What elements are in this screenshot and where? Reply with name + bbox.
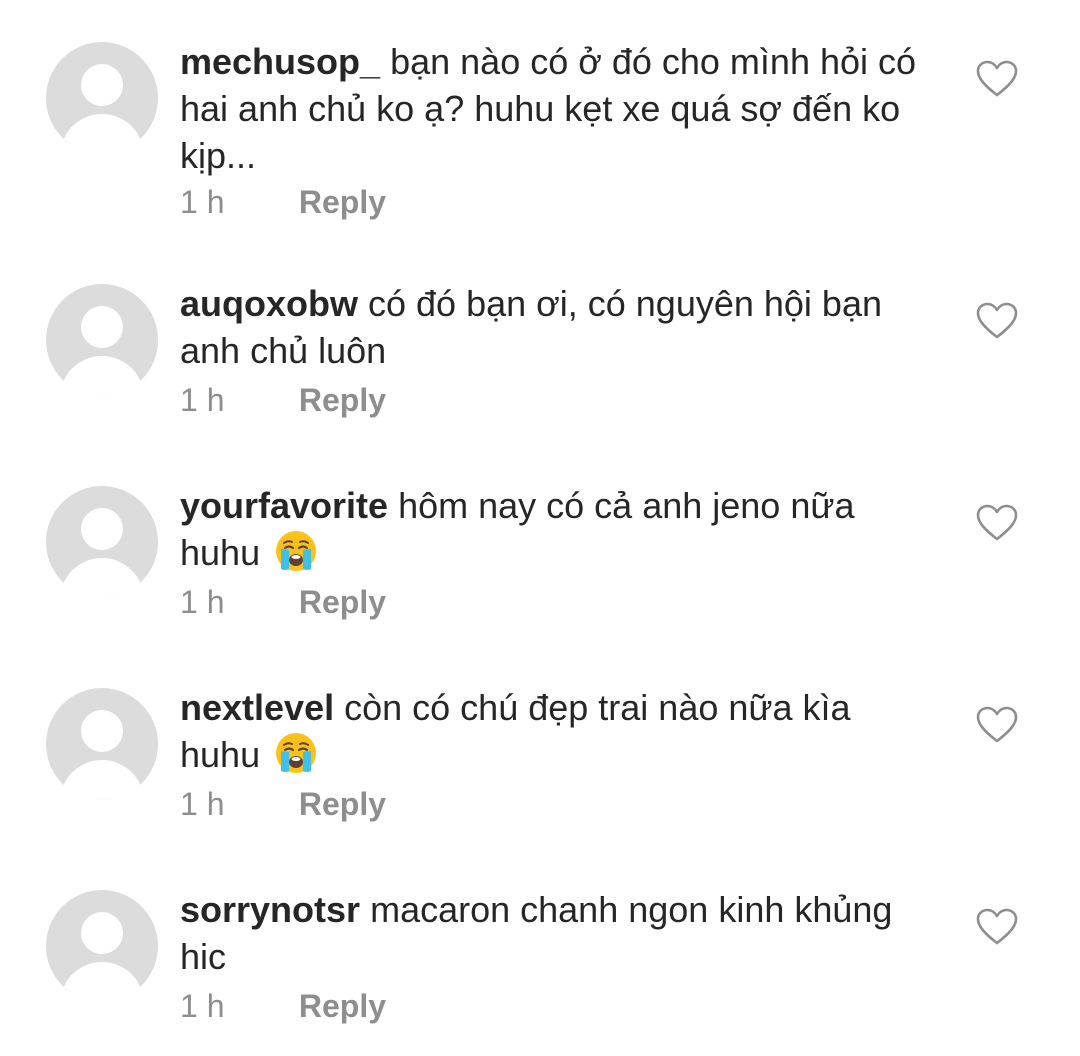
comment-meta: 1 h Reply	[180, 382, 386, 418]
heart-outline-icon[interactable]	[976, 908, 1018, 946]
avatar[interactable]	[46, 42, 158, 154]
comment-time: 1 h	[180, 382, 225, 418]
avatar-head	[81, 710, 123, 752]
avatar-body	[60, 356, 144, 396]
heart-outline-icon[interactable]	[976, 504, 1018, 542]
reply-button[interactable]: Reply	[299, 786, 386, 822]
comment-username[interactable]: auqoxobw	[180, 283, 358, 324]
comment-username[interactable]: nextlevel	[180, 687, 334, 728]
comment-time: 1 h	[180, 584, 225, 620]
avatar[interactable]	[46, 688, 158, 800]
reply-button[interactable]: Reply	[299, 184, 386, 220]
comment-content: sorrynotsr macaron chanh ngon kinh khủng…	[180, 886, 940, 980]
avatar[interactable]	[46, 890, 158, 1002]
comment-meta: 1 h Reply	[180, 786, 386, 822]
avatar-head	[81, 306, 123, 348]
avatar-body	[60, 760, 144, 800]
avatar[interactable]	[46, 486, 158, 598]
comment-meta: 1 h Reply	[180, 184, 386, 220]
avatar-body	[60, 114, 144, 154]
comment-username[interactable]: yourfavorite	[180, 485, 388, 526]
avatar-body	[60, 558, 144, 598]
loudly-crying-face-icon	[276, 733, 317, 773]
avatar[interactable]	[46, 284, 158, 396]
comment-content: mechusop_ bạn nào có ở đó cho mình hỏi c…	[180, 38, 940, 179]
comment-time: 1 h	[180, 184, 225, 220]
comment-content: nextlevel còn có chú đẹp trai nào nữa kì…	[180, 684, 940, 778]
avatar-body	[60, 962, 144, 1002]
heart-outline-icon[interactable]	[976, 302, 1018, 340]
comment-username[interactable]: sorrynotsr	[180, 889, 360, 930]
comment-content: auqoxobw có đó bạn ơi, có nguyên hội bạn…	[180, 280, 940, 374]
comment-content: yourfavorite hôm nay có cả anh jeno nữa …	[180, 482, 940, 576]
heart-outline-icon[interactable]	[976, 60, 1018, 98]
avatar-head	[81, 508, 123, 550]
comment-time: 1 h	[180, 786, 225, 822]
reply-button[interactable]: Reply	[299, 988, 386, 1024]
comment-meta: 1 h Reply	[180, 584, 386, 620]
comment-time: 1 h	[180, 988, 225, 1024]
loudly-crying-face-icon	[276, 531, 317, 571]
avatar-head	[81, 912, 123, 954]
comment-username[interactable]: mechusop_	[180, 41, 380, 82]
comment-meta: 1 h Reply	[180, 988, 386, 1024]
reply-button[interactable]: Reply	[299, 382, 386, 418]
heart-outline-icon[interactable]	[976, 706, 1018, 744]
reply-button[interactable]: Reply	[299, 584, 386, 620]
avatar-head	[81, 64, 123, 106]
